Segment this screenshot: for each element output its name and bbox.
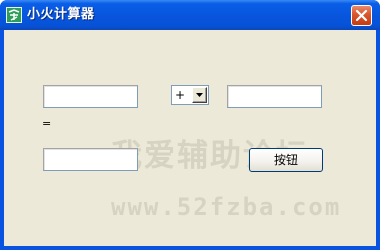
close-icon (355, 9, 368, 22)
calculate-button[interactable]: 按钮 (249, 148, 323, 172)
close-button[interactable] (351, 5, 372, 26)
equals-label: = (42, 117, 52, 130)
operator-select[interactable]: + (171, 85, 209, 105)
operator-selected-value: + (175, 88, 186, 102)
title-bar[interactable]: 小火计算器 (0, 0, 380, 30)
operand-b-input[interactable] (227, 85, 322, 108)
operand-a-input[interactable] (43, 85, 138, 108)
result-field[interactable] (43, 148, 138, 171)
watermark-url: www.52fzba.com (111, 193, 342, 221)
app-window: 小火计算器 我爱辅助论坛 www.52fzba.com + = 按钮 (0, 0, 380, 250)
window-title: 小火计算器 (27, 7, 95, 22)
client-area: 我爱辅助论坛 www.52fzba.com + = 按钮 (4, 30, 376, 246)
chevron-down-icon (196, 93, 203, 97)
dropdown-arrow-button[interactable] (192, 87, 207, 103)
app-logo-icon (6, 7, 22, 23)
